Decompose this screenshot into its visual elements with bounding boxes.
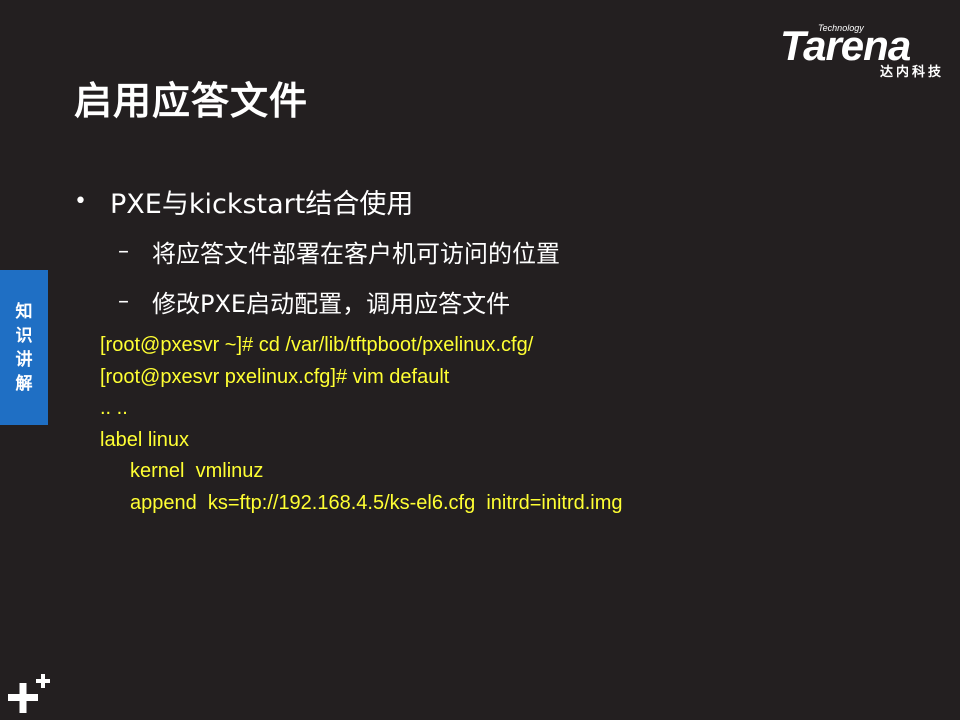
code-line: append ks=ftp://192.168.4.5/ks-el6.cfg i…	[130, 491, 623, 514]
code-line: .. ..	[100, 397, 128, 419]
sub-bullet-text: 修改PXE启动配置，调用应答文件	[152, 289, 511, 318]
dash-icon: –	[118, 238, 129, 264]
side-tab-label: 知识讲解	[15, 301, 33, 394]
code-line: label linux	[100, 428, 189, 451]
bullet-dot-icon: •	[74, 188, 87, 214]
code-line: [root@pxesvr pxelinux.cfg]# vim default	[100, 365, 450, 388]
tarena-logo: Tarena Technology 达内科技	[780, 22, 945, 84]
dash-icon: –	[118, 288, 129, 314]
sub-bullet-item: – 修改PXE启动配置，调用应答文件	[118, 284, 510, 318]
plus-plus-icon	[8, 674, 50, 713]
bullet-text: PXE与kickstart结合使用	[110, 188, 414, 220]
sub-bullet-text: 将应答文件部署在客户机可访问的位置	[152, 239, 560, 268]
code-line: [root@pxesvr ~]# cd /var/lib/tftpboot/px…	[100, 334, 534, 356]
slide-title: 启用应答文件	[74, 79, 309, 123]
code-line: kernel vmlinuz	[130, 460, 264, 482]
slide: Tarena Technology 达内科技 启用应答文件 知识讲解 • PXE…	[0, 0, 960, 720]
side-section-tab: 知识讲解	[0, 270, 48, 425]
sub-bullet-item: – 将应答文件部署在客户机可访问的位置	[118, 234, 560, 268]
logo-technology-label: Technology	[818, 23, 864, 33]
code-block: [root@pxesvr ~]# cd /var/lib/tftpboot/px…	[100, 330, 623, 519]
logo-chinese-name: 达内科技	[879, 65, 944, 80]
bullet-item: • PXE与kickstart结合使用	[74, 181, 413, 221]
